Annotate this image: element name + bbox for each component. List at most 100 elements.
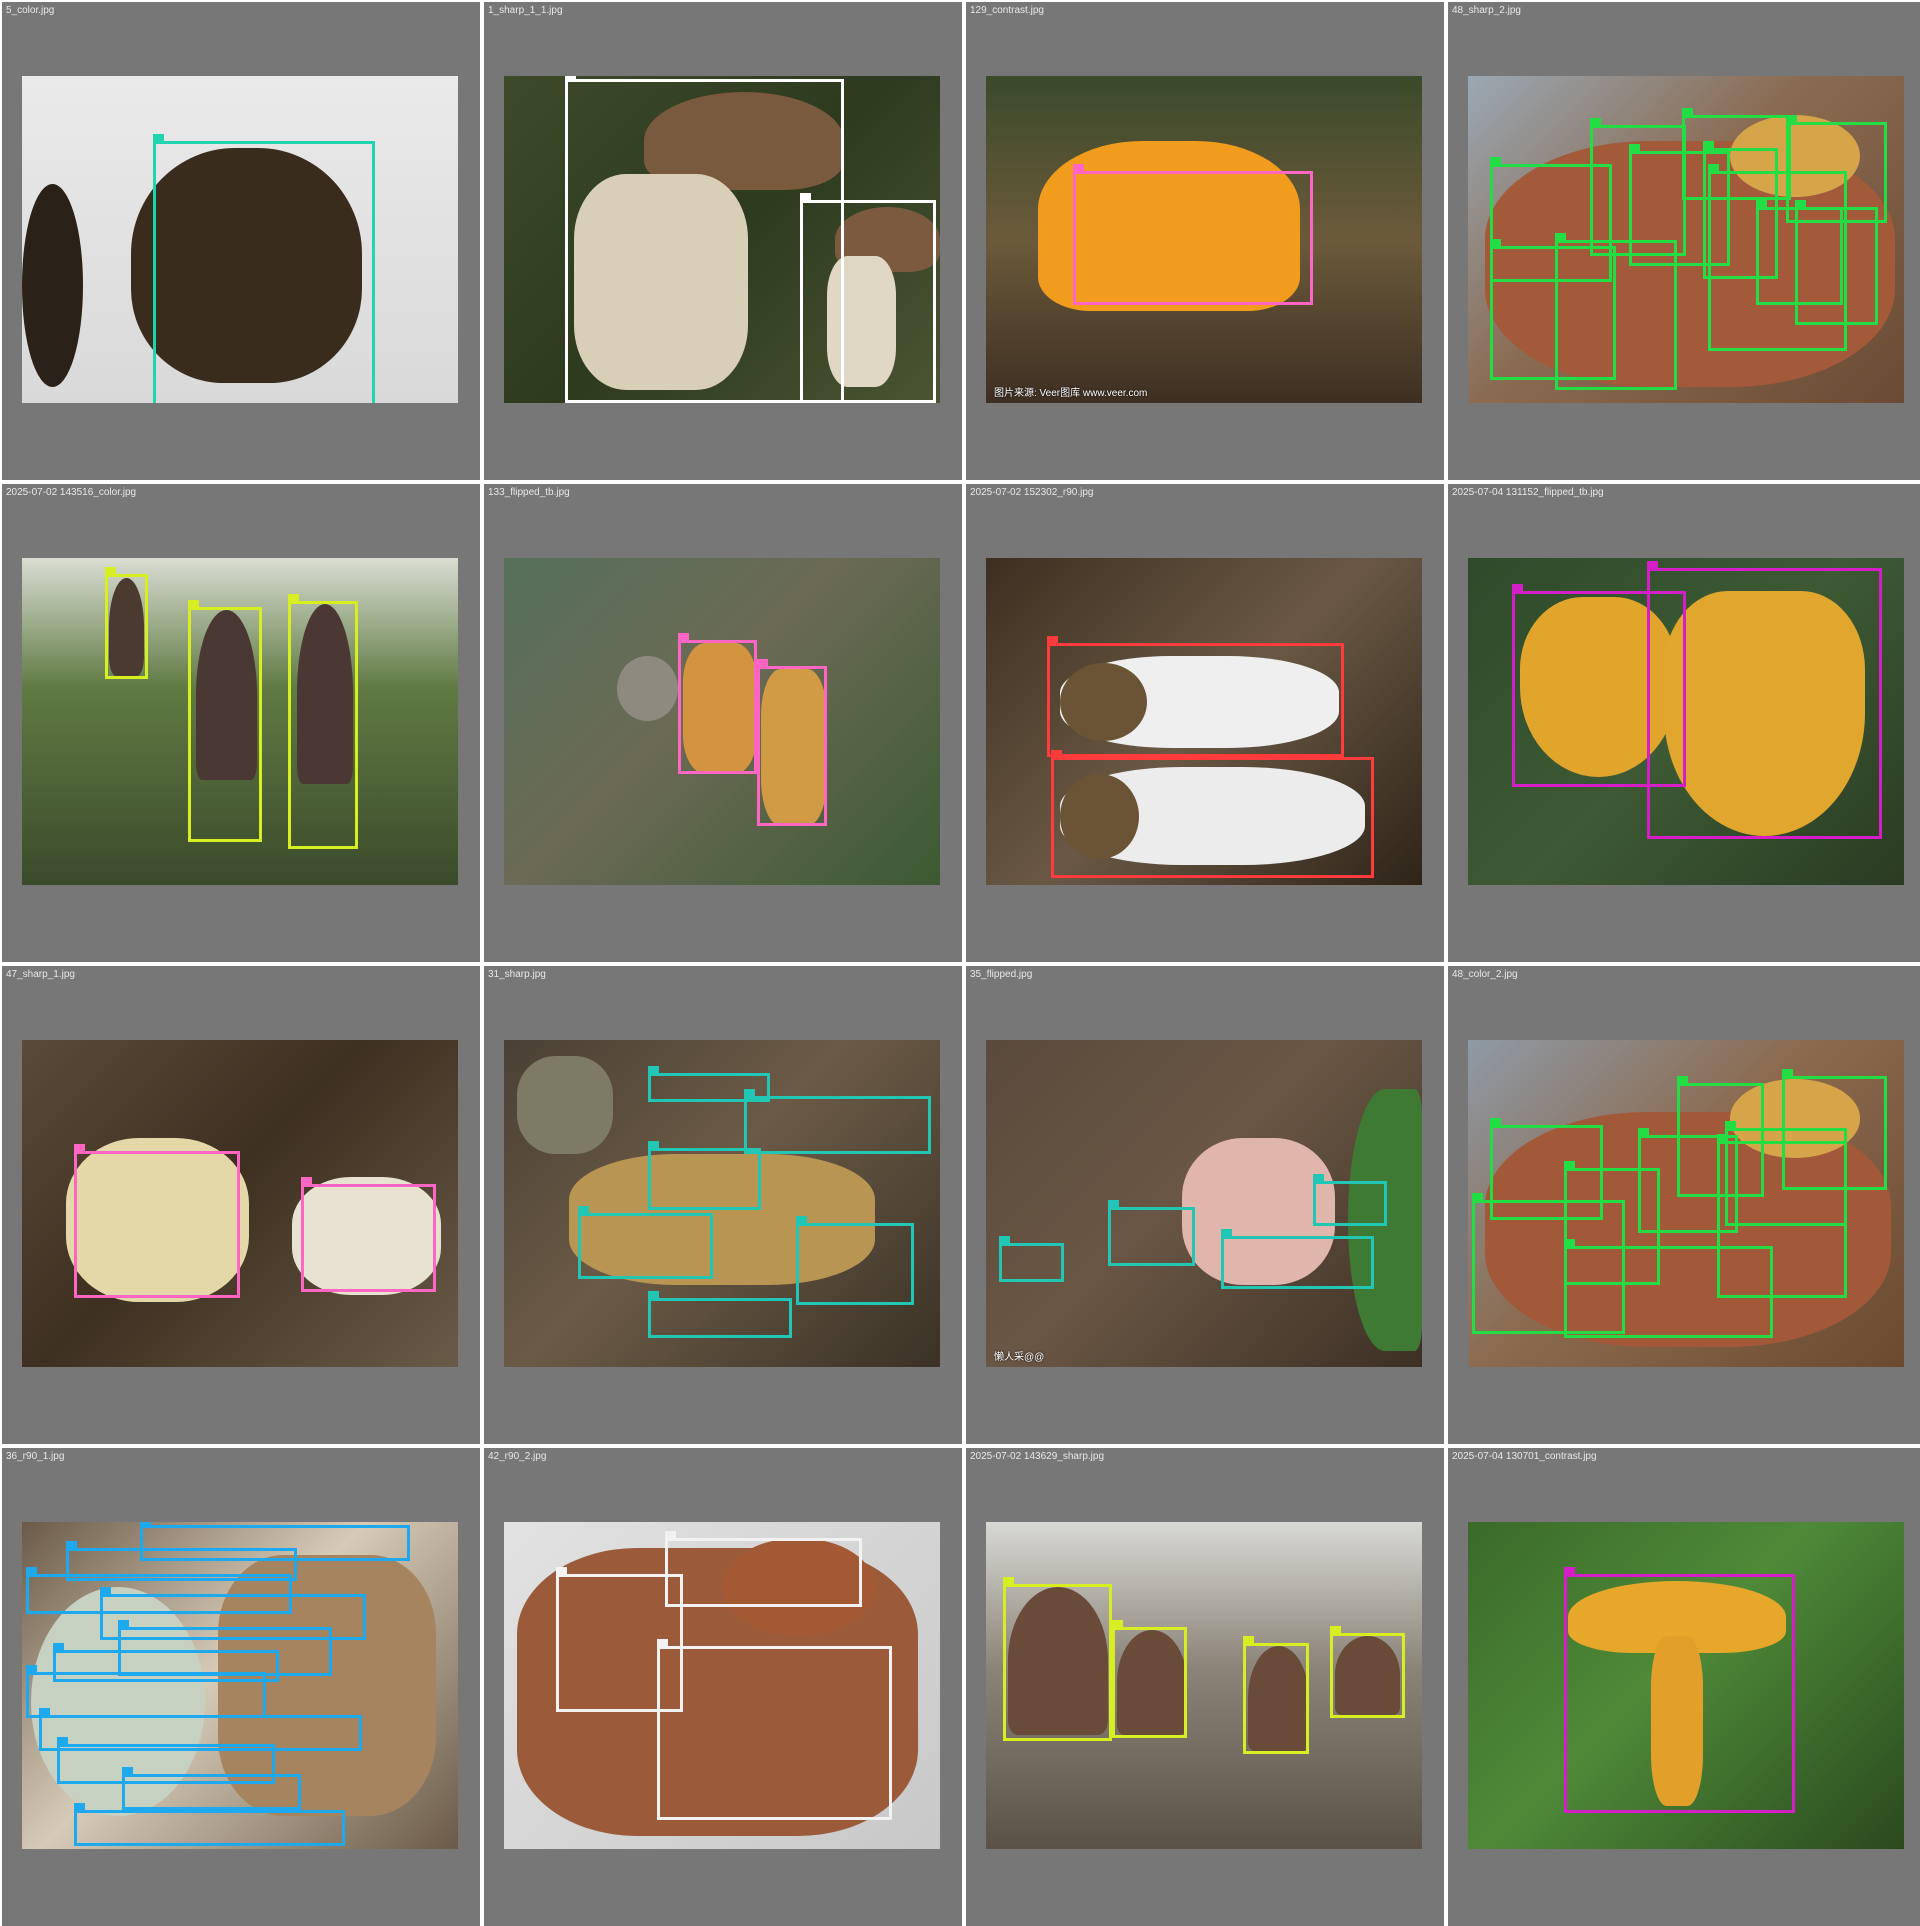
box-label-tag bbox=[1555, 232, 1567, 241]
grid-cell[interactable]: 36_r90_1.jpg bbox=[2, 1448, 480, 1926]
box-label-tag bbox=[1707, 163, 1719, 172]
annotated-photo bbox=[504, 76, 940, 403]
grid-cell[interactable]: 2025-07-02 143516_color.jpg bbox=[2, 484, 480, 962]
bounding-box[interactable] bbox=[1489, 239, 1617, 381]
box-label-tag bbox=[122, 1766, 134, 1775]
grid-cell[interactable]: 47_sharp_1.jpg bbox=[2, 966, 480, 1444]
image-filename: 35_flipped.jpg bbox=[970, 969, 1033, 980]
box-label-tag bbox=[678, 632, 690, 641]
grid-cell[interactable]: 2025-07-04 130701_contrast.jpg bbox=[1448, 1448, 1920, 1926]
bounding-box[interactable] bbox=[800, 193, 936, 403]
grid-cell[interactable]: 2025-07-04 131152_flipped_tb.jpg bbox=[1448, 484, 1920, 962]
bounding-box[interactable] bbox=[152, 134, 376, 403]
mushroom-shape bbox=[617, 656, 679, 722]
bounding-box[interactable] bbox=[678, 632, 757, 774]
grid-cell[interactable]: 48_sharp_2.jpg bbox=[1448, 2, 1920, 480]
grid-cell[interactable]: 31_sharp.jpg bbox=[484, 966, 962, 1444]
box-label-tag bbox=[117, 1619, 129, 1628]
box-label-tag bbox=[1629, 144, 1641, 153]
bounding-box[interactable] bbox=[1003, 1577, 1113, 1742]
box-label-tag bbox=[1489, 1118, 1501, 1127]
box-label-tag bbox=[656, 1639, 668, 1648]
image-filename: 5_color.jpg bbox=[6, 5, 55, 16]
annotated-photo bbox=[1468, 558, 1904, 885]
bounding-box[interactable] bbox=[1047, 636, 1344, 758]
bounding-box[interactable] bbox=[1313, 1173, 1388, 1227]
box-label-tag bbox=[1047, 636, 1059, 645]
bounding-box[interactable] bbox=[74, 1144, 240, 1299]
box-label-tag bbox=[301, 1176, 313, 1185]
box-label-tag bbox=[1563, 1567, 1575, 1576]
box-label-tag bbox=[1677, 1075, 1689, 1084]
image-filename: 47_sharp_1.jpg bbox=[6, 969, 75, 980]
bounding-box[interactable] bbox=[647, 1291, 792, 1338]
box-label-tag bbox=[74, 1144, 86, 1153]
grid-cell[interactable]: 2025-07-02 152302_r90.jpg bbox=[966, 484, 1444, 962]
box-label-tag bbox=[647, 1291, 659, 1300]
bounding-box[interactable] bbox=[187, 600, 262, 843]
grid-cell[interactable]: 48_color_2.jpg bbox=[1448, 966, 1920, 1444]
annotated-photo bbox=[986, 1522, 1422, 1849]
grid-cell[interactable]: 1_sharp_1_1.jpg bbox=[484, 2, 962, 480]
bounding-box[interactable] bbox=[287, 593, 358, 850]
bounding-box[interactable] bbox=[1051, 750, 1375, 879]
box-label-tag bbox=[1725, 1121, 1737, 1130]
bounding-box[interactable] bbox=[656, 1639, 893, 1820]
bounding-box[interactable] bbox=[1563, 1567, 1795, 1814]
box-label-tag bbox=[796, 1216, 808, 1225]
annotated-photo bbox=[22, 76, 458, 403]
mushroom-shape bbox=[517, 1056, 613, 1155]
bounding-box[interactable] bbox=[999, 1235, 1065, 1282]
bounding-box[interactable] bbox=[1755, 199, 1843, 305]
bounding-box[interactable] bbox=[1112, 1619, 1187, 1738]
grid-cell[interactable]: 5_color.jpg bbox=[2, 2, 480, 480]
box-label-tag bbox=[1563, 1160, 1575, 1169]
bounding-box[interactable] bbox=[1330, 1626, 1405, 1719]
grid-cell[interactable]: 129_contrast.jpg 图片来源: Veer图库 www.veer.co… bbox=[966, 2, 1444, 480]
box-label-tag bbox=[26, 1665, 38, 1674]
grid-cell[interactable]: 133_flipped_tb.jpg bbox=[484, 484, 962, 962]
box-label-tag bbox=[1313, 1173, 1324, 1182]
image-filename: 133_flipped_tb.jpg bbox=[488, 487, 570, 498]
annotated-photo bbox=[1468, 1522, 1904, 1849]
grid-cell[interactable]: 2025-07-02 143629_sharp.jpg bbox=[966, 1448, 1444, 1926]
annotated-photo bbox=[22, 1522, 458, 1849]
annotated-photo bbox=[1468, 1040, 1904, 1367]
box-label-tag bbox=[1638, 1127, 1650, 1136]
bounding-box[interactable] bbox=[796, 1216, 914, 1305]
bounding-box[interactable] bbox=[665, 1531, 862, 1607]
bounding-box[interactable] bbox=[1221, 1229, 1375, 1289]
annotated-photo bbox=[986, 558, 1422, 885]
grid-cell[interactable]: 42_r90_2.jpg bbox=[484, 1448, 962, 1926]
image-filename: 31_sharp.jpg bbox=[488, 969, 546, 980]
box-label-tag bbox=[756, 658, 768, 667]
image-filename: 48_sharp_2.jpg bbox=[1452, 5, 1521, 16]
image-filename: 1_sharp_1_1.jpg bbox=[488, 5, 563, 16]
box-label-tag bbox=[1590, 118, 1602, 127]
bounding-box[interactable] bbox=[122, 1766, 302, 1810]
bounding-box[interactable] bbox=[1108, 1199, 1196, 1266]
box-label-tag bbox=[647, 1065, 659, 1074]
annotated-photo bbox=[22, 1040, 458, 1367]
bounding-box[interactable] bbox=[74, 1802, 345, 1846]
bounding-box[interactable] bbox=[1646, 560, 1883, 840]
bounding-box[interactable] bbox=[26, 1665, 267, 1719]
grid-cell[interactable]: 35_flipped.jpg 懒人采@@ bbox=[966, 966, 1444, 1444]
box-label-tag bbox=[56, 1737, 68, 1746]
bounding-box[interactable] bbox=[647, 1140, 762, 1211]
bounding-box[interactable] bbox=[1073, 163, 1313, 305]
annotated-photo bbox=[504, 1040, 940, 1367]
bounding-box[interactable] bbox=[104, 567, 149, 679]
box-label-tag bbox=[1112, 1619, 1124, 1628]
bounding-box[interactable] bbox=[301, 1176, 437, 1292]
photo-watermark: 懒人采@@ bbox=[994, 1352, 1045, 1363]
bounding-box[interactable] bbox=[756, 658, 827, 827]
bounding-box[interactable] bbox=[578, 1206, 714, 1279]
bounding-box[interactable] bbox=[1243, 1635, 1309, 1755]
box-label-tag bbox=[578, 1206, 590, 1215]
box-label-tag bbox=[287, 593, 299, 602]
box-label-tag bbox=[1003, 1577, 1015, 1586]
bounding-box[interactable] bbox=[1563, 1239, 1774, 1338]
bounding-box[interactable] bbox=[743, 1088, 932, 1155]
box-label-tag bbox=[187, 600, 199, 609]
